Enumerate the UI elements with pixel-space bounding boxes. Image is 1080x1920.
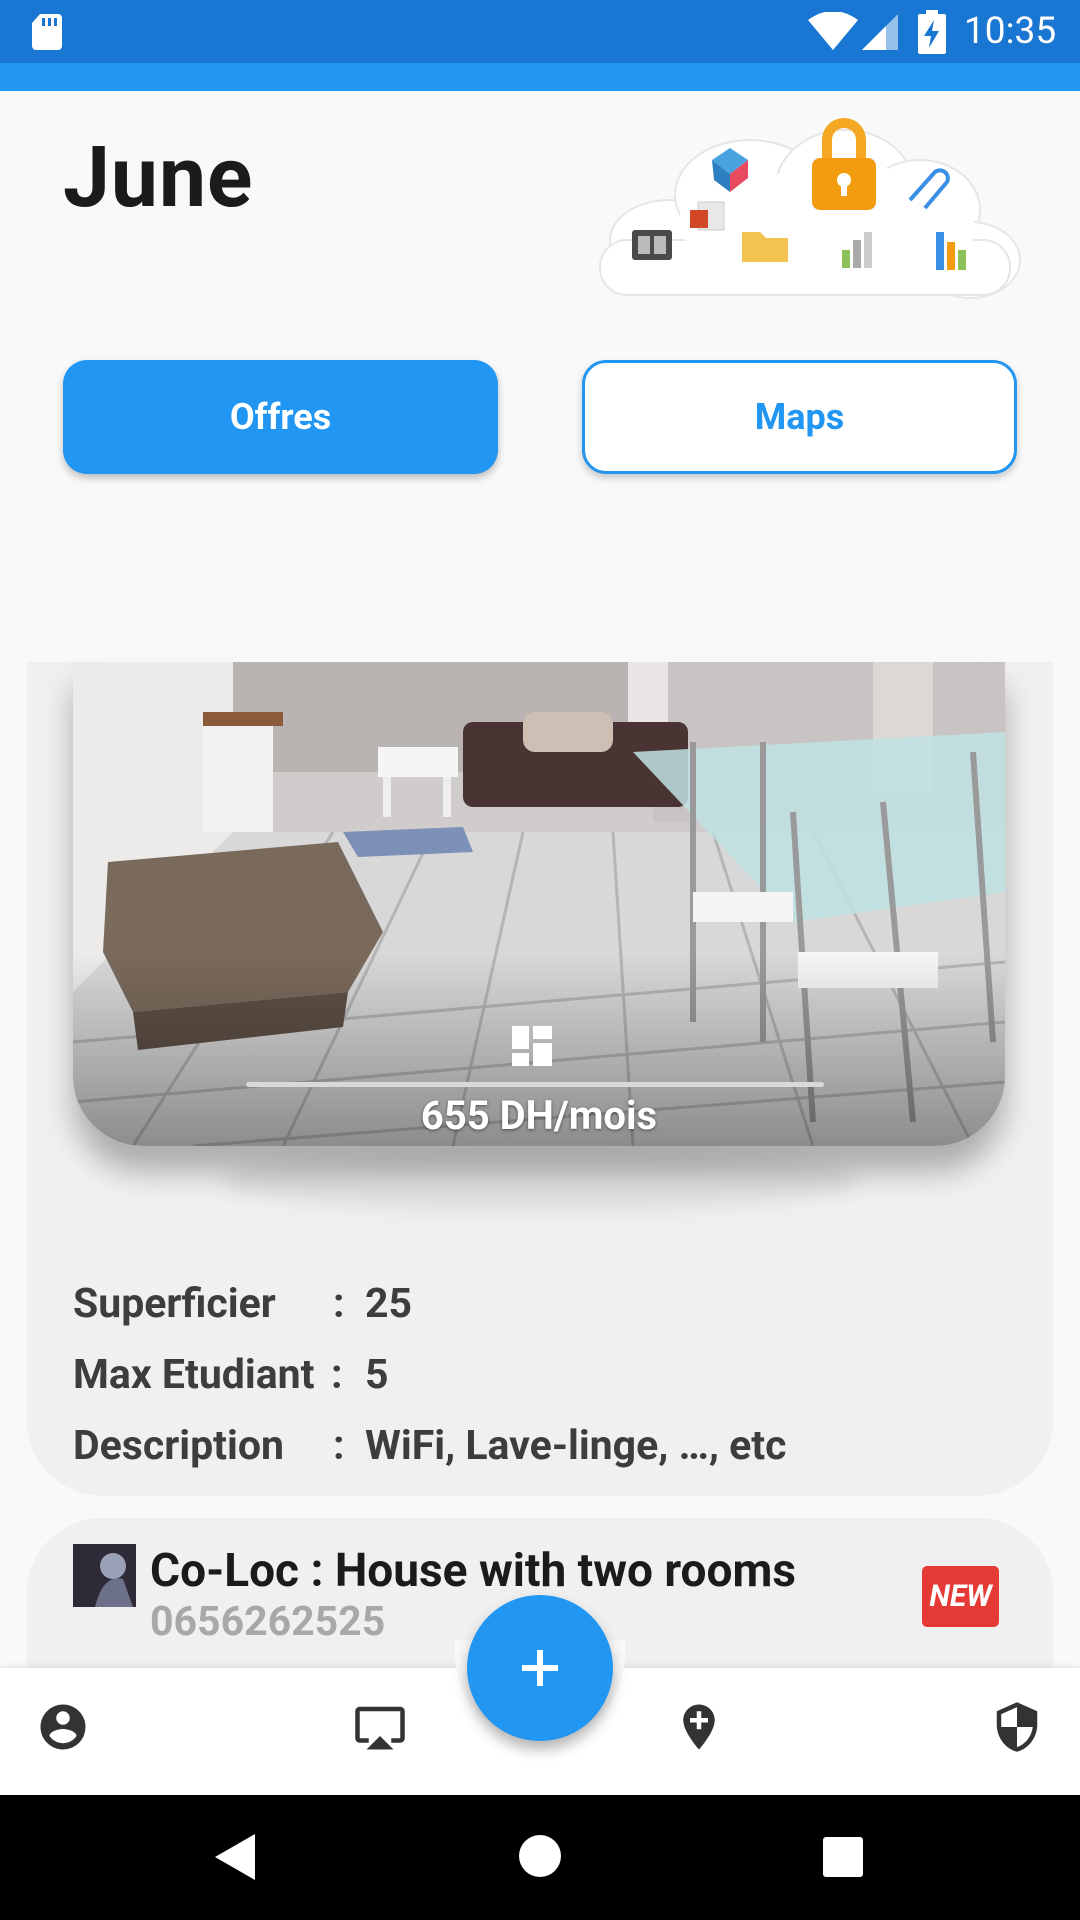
maps-button[interactable]: Maps (582, 360, 1017, 474)
add-icon (522, 1650, 558, 1686)
offres-button[interactable]: Offres (63, 360, 498, 474)
battery-charging-icon (918, 10, 946, 54)
offer-price: 655 DH/mois (420, 1092, 658, 1139)
app-bar (0, 63, 1080, 91)
listing-phone: 0656262525 (150, 1598, 386, 1646)
status-time: 10:35 (964, 10, 1057, 53)
cloud-storage-illustration (599, 118, 1021, 299)
detail-separator: : (333, 1280, 345, 1328)
recent-apps-icon[interactable] (823, 1837, 863, 1877)
back-icon[interactable] (215, 1834, 255, 1880)
add-fab-button[interactable] (467, 1595, 613, 1741)
sd-card-icon (32, 14, 62, 50)
detail-label: Description (73, 1422, 284, 1470)
home-icon[interactable] (518, 1834, 562, 1878)
airplay-icon[interactable] (350, 1700, 410, 1754)
detail-label: Max Etudiant (73, 1351, 315, 1399)
listing-avatar (73, 1544, 136, 1607)
detail-value: WiFi, Lave-linge, …, etc (365, 1422, 787, 1470)
page-title: June (63, 128, 254, 227)
wifi-icon (808, 12, 858, 50)
detail-value: 25 (365, 1280, 413, 1328)
listing-title: Co-Loc : House with two rooms (150, 1544, 796, 1598)
offer-photo[interactable] (73, 662, 1005, 1146)
status-bar: 10:35 (0, 0, 1080, 63)
photo-divider (246, 1082, 824, 1087)
dashboard-icon (512, 1026, 552, 1066)
photo-shadow (220, 1150, 860, 1210)
shield-icon[interactable] (990, 1700, 1044, 1754)
add-location-icon[interactable] (672, 1700, 726, 1754)
detail-label: Superficier (73, 1280, 276, 1328)
signal-icon (862, 14, 898, 50)
detail-separator: : (333, 1422, 345, 1470)
detail-value: 5 (365, 1351, 389, 1399)
new-badge: NEW (922, 1566, 999, 1627)
account-icon[interactable] (36, 1700, 90, 1754)
detail-separator: : (331, 1351, 343, 1399)
